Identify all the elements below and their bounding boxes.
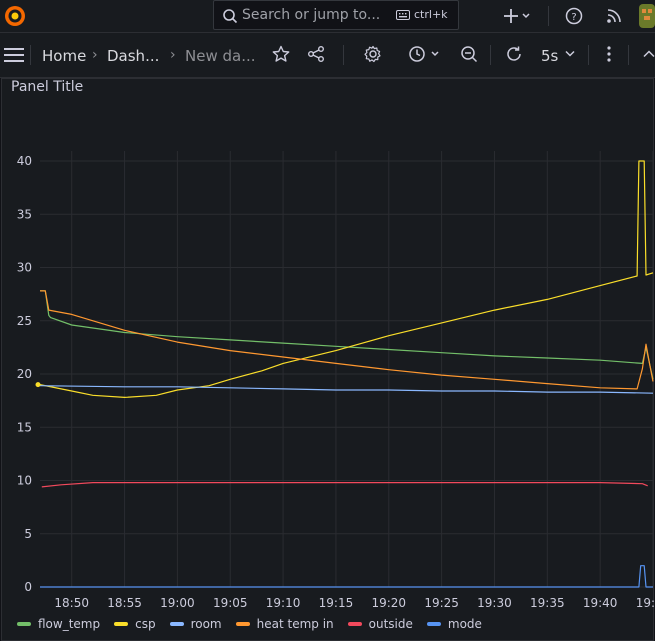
x-tick-label: 19:25: [424, 596, 459, 610]
series-line-csp[interactable]: [39, 160, 654, 398]
series-line-mode[interactable]: [40, 565, 653, 588]
search-icon: [223, 9, 238, 24]
y-tick-label: 15: [17, 420, 32, 434]
keyboard-icon: [396, 10, 410, 20]
legend-label: csp: [135, 617, 156, 631]
time-picker-clock-icon[interactable]: [408, 45, 442, 63]
x-tick-label: 19:20: [371, 596, 406, 610]
divider: [343, 45, 344, 65]
legend-label: mode: [447, 617, 482, 631]
legend-label: outside: [368, 617, 413, 631]
x-tick-label: 19:10: [266, 596, 301, 610]
y-tick-label: 40: [17, 154, 32, 168]
share-icon[interactable]: [307, 45, 325, 63]
more-vertical-icon[interactable]: [606, 45, 612, 63]
x-tick-label: 19:45: [636, 596, 655, 610]
top-bar: Search or jump to... ctrl+k ?: [0, 0, 655, 33]
x-tick-label: 18:50: [54, 596, 89, 610]
breadcrumb-separator-icon: ›: [92, 47, 98, 63]
search-placeholder: Search or jump to...: [242, 7, 381, 23]
series-line-flow-temp[interactable]: [40, 290, 654, 380]
legend-item-room[interactable]: room: [169, 615, 222, 633]
y-tick-label: 0: [24, 580, 32, 594]
legend-label: flow_temp: [38, 617, 101, 631]
y-tick-label: 35: [17, 207, 32, 221]
legend-swatch: [426, 622, 441, 626]
chevron-down-icon[interactable]: [565, 50, 575, 58]
y-tick-label: 25: [17, 314, 32, 328]
x-tick-label: 19:35: [530, 596, 565, 610]
legend-item-flow-temp[interactable]: flow_temp: [17, 615, 100, 633]
chevron-up-icon[interactable]: [643, 50, 655, 58]
search-input[interactable]: Search or jump to... ctrl+k: [213, 0, 459, 30]
x-tick-label: 19:05: [213, 596, 248, 610]
svg-text:?: ?: [571, 12, 576, 23]
refresh-icon[interactable]: [505, 45, 523, 63]
menu-hamburger-icon[interactable]: [4, 48, 24, 62]
divider: [490, 45, 491, 65]
x-tick-label: 19:00: [160, 596, 195, 610]
legend-item-csp[interactable]: csp: [114, 615, 156, 633]
y-tick-label: 20: [17, 367, 32, 381]
legend-item-outside[interactable]: outside: [347, 615, 413, 633]
legend-swatch: [169, 622, 184, 626]
divider: [548, 6, 549, 26]
divider: [30, 45, 31, 65]
x-tick-label: 19:30: [477, 596, 512, 610]
grafana-logo-icon[interactable]: [3, 4, 27, 28]
dashboard-nav-bar: Home › Dash... › New da... 5s: [0, 33, 655, 78]
breadcrumb-home[interactable]: Home: [42, 47, 86, 65]
x-tick-label: 19:15: [319, 596, 354, 610]
legend-swatch: [17, 622, 31, 626]
x-tick-label: 18:55: [107, 596, 142, 610]
legend-swatch: [235, 622, 250, 626]
chart-legend: flow_temp csp room heat temp in outside mode: [17, 615, 482, 633]
x-tick-label: 19:40: [583, 596, 618, 610]
series-point-csp: [35, 382, 41, 388]
new-plus-icon[interactable]: [503, 7, 531, 25]
divider: [588, 45, 589, 65]
time-series-chart[interactable]: 0 5 10 15 20 25 30 35 40 18:50 18:55 19:00 19:05 19:1…: [2, 79, 655, 614]
legend-swatch: [347, 622, 362, 626]
breadcrumb-dashboards[interactable]: Dash...: [107, 47, 159, 65]
y-tick-label: 10: [17, 474, 32, 488]
time-series-panel: Panel Title 0 5 10 15 20 25 30 35 40 18:50 18:55 19…: [1, 78, 655, 641]
y-tick-label: 5: [24, 527, 32, 541]
breadcrumb-current-dashboard: New da...: [185, 47, 256, 65]
legend-label: room: [190, 617, 222, 631]
settings-gear-icon[interactable]: [364, 45, 382, 63]
zoom-out-icon[interactable]: [460, 45, 478, 63]
y-tick-label: 30: [17, 261, 32, 275]
help-icon[interactable]: ?: [565, 7, 583, 25]
series-line-outside[interactable]: [41, 482, 648, 488]
legend-swatch: [114, 622, 129, 626]
star-icon[interactable]: [272, 45, 290, 63]
user-avatar-icon[interactable]: [639, 4, 655, 28]
legend-label: heat temp in: [256, 617, 334, 631]
breadcrumb-separator-icon: ›: [170, 47, 176, 63]
refresh-interval-picker[interactable]: 5s: [541, 47, 558, 65]
legend-item-heat-temp-in[interactable]: heat temp in: [235, 615, 334, 633]
series-line-room[interactable]: [39, 385, 654, 394]
legend-item-mode[interactable]: mode: [426, 615, 482, 633]
search-shortcut: ctrl+k: [414, 8, 448, 21]
news-rss-icon[interactable]: [605, 7, 623, 25]
divider: [628, 45, 629, 65]
